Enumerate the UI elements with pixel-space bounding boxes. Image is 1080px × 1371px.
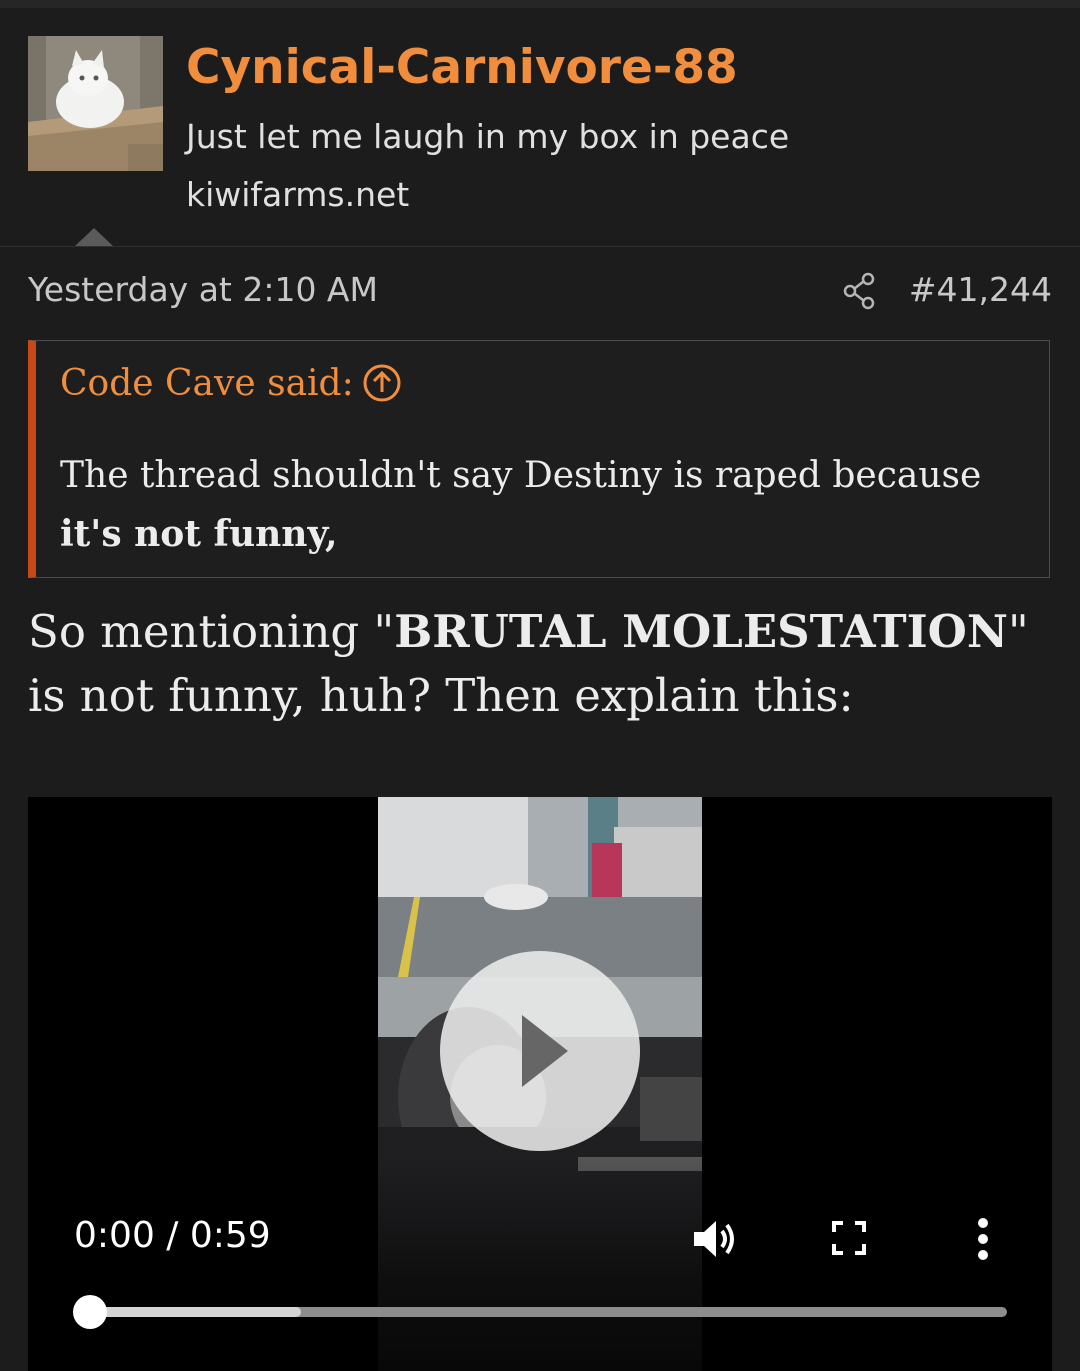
collapse-caret-icon[interactable] (75, 228, 113, 246)
video-player[interactable]: 0:00 / 0:59 (28, 797, 1052, 1371)
user-avatar[interactable] (28, 36, 163, 171)
video-buffered-bar (90, 1307, 301, 1317)
cat-avatar-image (28, 36, 163, 171)
more-vert-icon[interactable] (974, 1217, 992, 1261)
volume-icon[interactable] (692, 1217, 738, 1261)
quote-text: The thread shouldn't say Destiny is rape… (60, 447, 1040, 564)
username[interactable]: Cynical-Carnivore-88 (186, 40, 738, 95)
header-divider (0, 246, 1080, 247)
quote-author[interactable]: Code Cave said: (60, 363, 354, 404)
arrow-up-circle-icon[interactable] (362, 363, 402, 403)
post-timestamp[interactable]: Yesterday at 2:10 AM (28, 270, 378, 309)
post-body-bold: BRUTAL MOLESTATION (394, 605, 1008, 658)
quote-text-bold: it's not funny, (60, 513, 338, 555)
video-scrubber-handle[interactable] (73, 1295, 107, 1329)
post-body-part1: So mentioning " (28, 605, 395, 658)
share-icon[interactable] (842, 272, 878, 310)
post-body: So mentioning "BRUTAL MOLESTATION" is no… (28, 600, 1048, 728)
fullscreen-icon[interactable] (831, 1220, 867, 1256)
top-bar (0, 0, 1080, 8)
post-number[interactable]: #41,244 (909, 270, 1052, 309)
user-site: kiwifarms.net (186, 175, 410, 214)
controls-gradient (28, 1157, 1052, 1371)
play-icon (522, 1015, 568, 1087)
video-time: 0:00 / 0:59 (74, 1215, 271, 1256)
play-button[interactable] (440, 951, 640, 1151)
quote-block: Code Cave said: The thread shouldn't say… (28, 340, 1050, 578)
user-title: Just let me laugh in my box in peace (186, 117, 790, 156)
video-progress-track[interactable] (73, 1295, 1007, 1329)
quote-text-plain: The thread shouldn't say Destiny is rape… (60, 455, 982, 496)
